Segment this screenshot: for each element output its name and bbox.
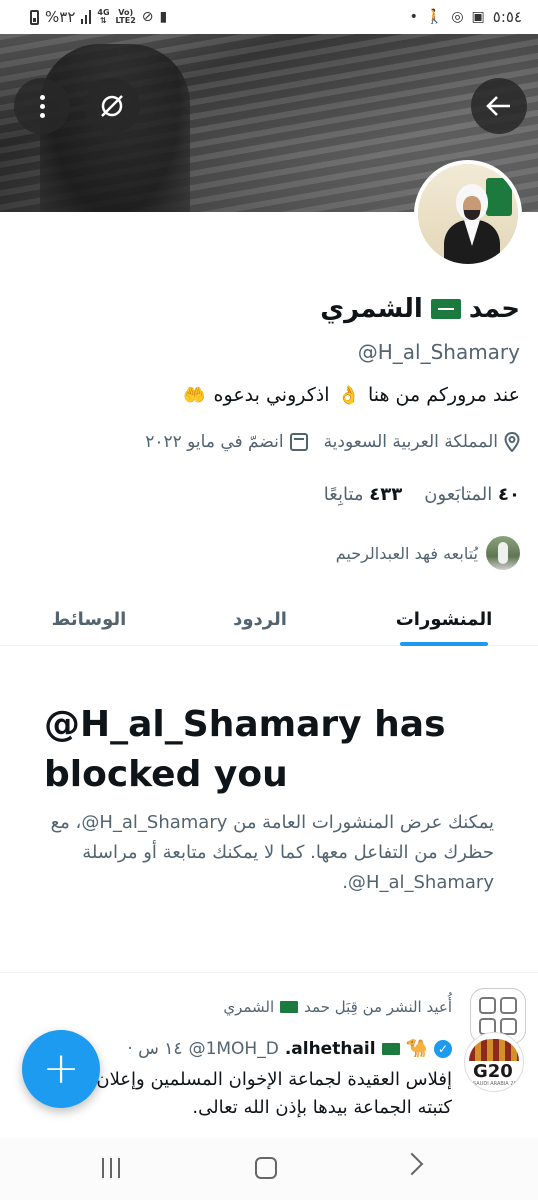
follower-avatar xyxy=(486,536,520,570)
tweet-author-name[interactable]: alhethail. xyxy=(285,1039,376,1059)
tab-posts[interactable]: المنشورات xyxy=(396,592,492,646)
ok-hand-icon: 👌 xyxy=(337,384,360,406)
name-part-last: الشمري xyxy=(320,294,423,324)
arrow-left-icon xyxy=(486,96,510,116)
status-right: • 🚶 ◎ ▣ ٥:٥٤ xyxy=(410,8,522,26)
profile-name: حمد الشمري xyxy=(320,294,520,324)
bio-text-2: اذكروني بدعوه xyxy=(213,384,330,406)
tweet-time: · ١٤ س xyxy=(127,1038,183,1059)
back-button[interactable] xyxy=(471,78,527,134)
hide-button[interactable] xyxy=(84,78,140,134)
followed-by[interactable]: يُتابعه فهد العبدالرحيم xyxy=(336,536,520,570)
volte-label: Vo) LTE2 xyxy=(115,8,136,25)
followed-by-text: يُتابعه فهد العبدالرحيم xyxy=(335,543,478,563)
profile-tabs: المنشورات الردود الوسائط xyxy=(0,592,538,646)
g20-logo: G20 xyxy=(473,1061,513,1082)
network-label: 4G ⇅ xyxy=(97,8,110,25)
location-item: المملكة العربية السعودية xyxy=(324,432,520,452)
praying-hands-icon: 🤲 xyxy=(183,384,206,406)
profile-avatar[interactable] xyxy=(414,160,522,268)
whatsapp-icon: ◎ xyxy=(451,9,464,25)
status-bar: %٣٢ 4G ⇅ Vo) LTE2 ⊘ ▮ • 🚶 ◎ ▣ ٥:٥٤ xyxy=(0,0,538,34)
saudi-flag-icon xyxy=(430,299,461,319)
dot-icon: • xyxy=(409,9,418,25)
battery-percent: %٣٢ xyxy=(45,8,76,26)
saudi-flag-icon xyxy=(280,1001,299,1013)
gallery-icon: ▣ xyxy=(471,9,485,25)
divider xyxy=(0,972,538,973)
calendar-icon xyxy=(289,433,308,451)
recent-apps-button[interactable] xyxy=(102,1158,120,1178)
do-not-disturb-icon: ⊘ xyxy=(141,9,154,25)
profile-meta: المملكة العربية السعودية انضمّ في مايو ٢… xyxy=(145,432,520,452)
status-left: %٣٢ 4G ⇅ Vo) LTE2 ⊘ ▮ xyxy=(30,8,167,26)
repost-line: أُعيد النشر من قِبَل حمد الشمري xyxy=(223,998,452,1016)
back-nav-button[interactable] xyxy=(400,1152,424,1176)
blocked-body: يمكنك عرض المنشورات العامة من H_al_Shama… xyxy=(50,812,494,893)
eye-off-icon xyxy=(101,95,123,117)
profile-handle: @H_al_Shamary xyxy=(357,340,520,364)
bio-text-1: عند مروركم من هنا xyxy=(367,384,520,406)
tab-replies[interactable]: الردود xyxy=(230,592,290,646)
walking-icon: 🚶 xyxy=(425,9,444,25)
sim-icon: ▮ xyxy=(159,9,168,25)
followers-link[interactable]: ٤٠ المتابَعون xyxy=(424,484,520,505)
system-nav-bar xyxy=(0,1138,538,1200)
active-tab-indicator xyxy=(400,642,488,646)
more-options-button[interactable] xyxy=(14,78,70,134)
tab-media[interactable]: الوسائط xyxy=(52,592,127,646)
plus-icon: + xyxy=(42,1043,80,1094)
compose-button[interactable]: + xyxy=(22,1030,100,1108)
battery-icon xyxy=(30,9,39,25)
profile-bio: عند مروركم من هنا 👌 اذكروني بدعوه 🤲 xyxy=(183,384,520,406)
blocked-title: @H_al_Shamary has blocked you xyxy=(44,704,446,795)
more-vertical-icon xyxy=(39,94,45,118)
verified-badge-icon: ✓ xyxy=(434,1039,452,1058)
joined-text: انضمّ في مايو ٢٠٢٢ xyxy=(145,432,284,452)
home-button[interactable] xyxy=(255,1157,277,1179)
location-text: المملكة العربية السعودية xyxy=(323,432,498,452)
follow-counts: ٤٠ المتابَعون ٤٣٣ متابِعًا xyxy=(324,484,520,505)
saudi-flag-icon xyxy=(381,1042,400,1055)
location-pin-icon xyxy=(504,432,520,452)
tweet-author-handle: @1MOH_D xyxy=(188,1038,279,1059)
tweet-author-avatar[interactable]: G20 SAUDI ARABIA 2020 xyxy=(464,1032,524,1092)
joined-item: انضمّ في مايو ٢٠٢٢ xyxy=(145,432,308,452)
clock: ٥:٥٤ xyxy=(492,8,522,26)
signal-icon xyxy=(81,10,92,24)
tweet-header: ✓ 🐪 alhethail. @1MOH_D · ١٤ س xyxy=(127,1038,452,1059)
name-part-first: حمد xyxy=(468,294,520,324)
following-link[interactable]: ٤٣٣ متابِعًا xyxy=(324,484,402,505)
camel-icon: 🐪 xyxy=(405,1038,428,1059)
